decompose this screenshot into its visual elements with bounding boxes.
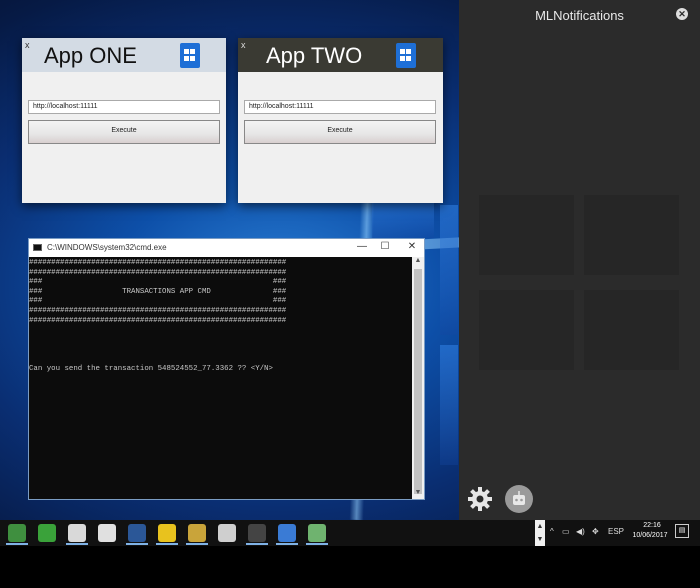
app-two-header: x App TWO — [238, 38, 443, 72]
taskbar-active-indicator — [306, 543, 328, 545]
notifications-panel: MLNotifications ✕ — [459, 0, 700, 520]
cmd-line — [29, 355, 412, 365]
windows-logo-icon — [396, 43, 416, 68]
minimize-button[interactable]: — — [354, 241, 370, 252]
window-pane — [440, 345, 458, 465]
window-pane — [440, 205, 458, 335]
paint-palette-icon[interactable] — [188, 524, 206, 542]
cmd-icon[interactable] — [248, 524, 266, 542]
background-ghost — [479, 290, 574, 370]
app-two-execute-button[interactable]: Execute — [244, 120, 436, 144]
cmd-line: ########################################… — [29, 306, 287, 315]
network-icon[interactable]: ▭ — [562, 527, 570, 536]
app-one-header: x App ONE — [22, 38, 226, 72]
cmd-icon — [33, 244, 42, 251]
app-one-url-field[interactable]: http://localhost:11111 — [28, 100, 220, 114]
scroll-down-icon[interactable]: ▼ — [412, 489, 424, 499]
app-two-window: x App TWO http://localhost:11111 Execute — [238, 38, 443, 203]
app-one-execute-button[interactable]: Execute — [28, 120, 220, 144]
cmd-line: Can you send the transaction 548524552_7… — [29, 364, 273, 373]
taskbar-active-indicator — [186, 543, 208, 545]
app-two-url-field[interactable]: http://localhost:11111 — [244, 100, 436, 114]
volume-icon[interactable]: ◀) — [576, 527, 585, 536]
language-indicator[interactable]: ESP — [608, 527, 624, 536]
bot-icon[interactable] — [505, 485, 533, 513]
taskbar-active-indicator — [276, 543, 298, 545]
cmd-line — [29, 336, 412, 346]
scroll-thumb[interactable] — [414, 269, 422, 494]
cmd-title: C:\WINDOWS\system32\cmd.exe — [47, 243, 167, 252]
globe-icon[interactable] — [38, 524, 56, 542]
windows-logo-icon — [180, 43, 200, 68]
dropbox-icon[interactable]: ✥ — [592, 527, 599, 536]
screen-border — [0, 546, 700, 588]
taskbar-active-indicator — [6, 543, 28, 545]
cmd-line: ########################################… — [29, 316, 287, 325]
app-one-window: x App ONE http://localhost:11111 Execute — [22, 38, 226, 203]
word-icon[interactable] — [128, 524, 146, 542]
app-window-icon[interactable] — [278, 524, 296, 542]
settings-icon[interactable] — [218, 524, 236, 542]
chrome-icon[interactable] — [158, 524, 176, 542]
target-icon[interactable] — [98, 524, 116, 542]
clock-time[interactable]: 22:16 — [632, 522, 672, 529]
scroll-up-icon[interactable]: ▲ — [412, 257, 424, 267]
background-ghost — [479, 195, 574, 275]
maximize-button[interactable]: ☐ — [377, 241, 393, 252]
window-pane — [372, 198, 434, 238]
cmd-titlebar[interactable]: C:\WINDOWS\system32\cmd.exe — ☐ ✕ — [29, 239, 424, 257]
close-button[interactable]: ✕ — [404, 241, 420, 252]
app-two-close-button[interactable]: x — [241, 40, 246, 50]
taskbar-active-indicator — [66, 543, 88, 545]
action-center-icon[interactable]: ▤ — [675, 524, 689, 538]
taskbar-active-indicator — [246, 543, 268, 545]
cmd-scrollbar[interactable]: ▲ ▼ — [412, 257, 424, 499]
tray-scrollbar[interactable]: ▲ ▼ — [535, 520, 545, 546]
cmd-line — [29, 326, 412, 336]
taskbar-active-indicator — [156, 543, 178, 545]
cmd-line: ### ### — [29, 297, 287, 306]
cmd-line: ### TRANSACTIONS APP CMD ### — [29, 287, 287, 296]
cmd-line: ########################################… — [29, 259, 287, 267]
notifications-close-icon[interactable]: ✕ — [676, 8, 688, 20]
notifications-title: MLNotifications — [535, 8, 624, 23]
app-one-close-button[interactable]: x — [25, 40, 30, 50]
cmd-line: ########################################… — [29, 268, 287, 277]
taskbar-active-indicator — [126, 543, 148, 545]
cmd-line: ### ### — [29, 278, 287, 287]
cmd-console-output[interactable]: ########################################… — [29, 257, 412, 499]
paint-icon[interactable] — [68, 524, 86, 542]
chevron-up-icon[interactable]: ^ — [550, 527, 554, 536]
app-pin-icon[interactable] — [308, 524, 326, 542]
cmd-window: C:\WINDOWS\system32\cmd.exe — ☐ ✕ ######… — [28, 238, 425, 500]
app-one-title: App ONE — [44, 43, 137, 68]
terminal-app-icon[interactable] — [8, 524, 26, 542]
cmd-line — [29, 345, 412, 355]
app-two-title: App TWO — [266, 43, 363, 68]
background-ghost — [584, 195, 679, 275]
gear-icon[interactable] — [467, 486, 493, 512]
clock-date[interactable]: 10/06/2017 — [626, 532, 674, 539]
background-ghost — [584, 290, 679, 370]
